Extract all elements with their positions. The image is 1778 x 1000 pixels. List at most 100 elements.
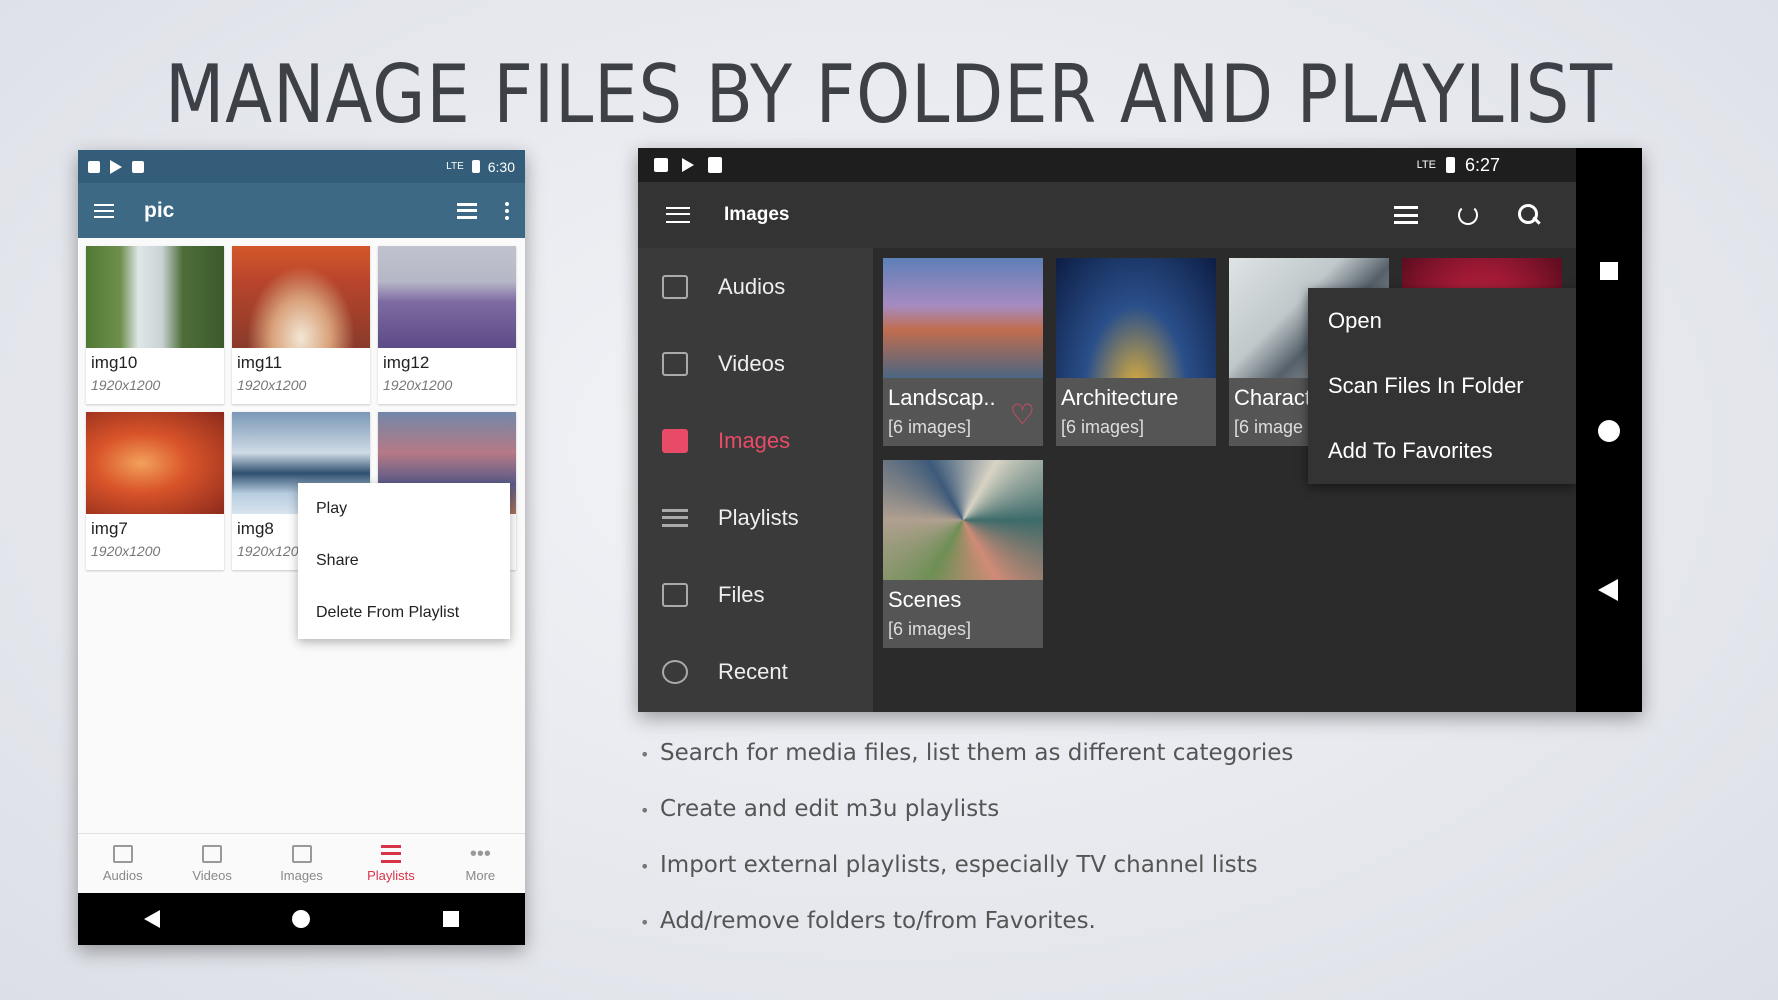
drawer-item-label: Playlists [718, 504, 799, 530]
drawer-item-audios[interactable]: Audios [638, 248, 873, 325]
battery-icon [471, 160, 480, 173]
drawer-item-videos[interactable]: Videos [638, 325, 873, 402]
back-icon[interactable] [144, 910, 161, 928]
drawer-item-playlists[interactable]: Playlists [638, 479, 873, 556]
tablet-context-menu: Open Scan Files In Folder Add To Favorit… [1308, 288, 1576, 484]
recents-icon[interactable] [442, 911, 459, 927]
folder-count: [6 images] [1061, 417, 1145, 437]
feature-bullet: • Create and edit m3u playlists [640, 796, 1000, 822]
notification-a-icon [88, 160, 100, 173]
drawer-item-recent[interactable]: Recent [638, 633, 873, 710]
folder-tile[interactable]: Architecture [6 images] [1056, 258, 1216, 446]
menu-item-add-to-favorites[interactable]: Add To Favorites [1308, 418, 1576, 483]
battery-icon [1445, 157, 1455, 173]
phone-context-menu: Play Share Delete From Playlist [298, 483, 510, 639]
menu-item-scan-files[interactable]: Scan Files In Folder [1308, 353, 1576, 418]
home-icon[interactable] [292, 910, 311, 928]
tab-playlists[interactable]: Playlists [346, 834, 435, 893]
image-tile[interactable]: img12 1920x1200 [378, 246, 516, 404]
tab-label: Images [280, 867, 323, 883]
history-icon [662, 659, 688, 684]
menu-icon[interactable] [666, 207, 690, 223]
image-tile[interactable]: img11 1920x1200 [232, 246, 370, 404]
drawer-item-label: Images [718, 427, 791, 453]
image-icon [291, 844, 312, 863]
playlist-icon [662, 508, 688, 527]
overflow-menu-icon[interactable] [505, 201, 509, 220]
drawer-item-files[interactable]: Files [638, 556, 873, 633]
folder-tile[interactable]: Scenes [6 images] [883, 460, 1043, 648]
refresh-icon[interactable] [1458, 205, 1478, 225]
image-thumbnail [232, 246, 370, 348]
tab-images[interactable]: Images [257, 834, 346, 893]
menu-item-play[interactable]: Play [298, 483, 510, 535]
tablet-status-bar: LTE 6:27 [638, 148, 1576, 182]
image-thumbnail [378, 246, 516, 348]
feature-list: • Search for media files, list them as di… [640, 740, 1540, 964]
notification-a-icon [654, 158, 668, 172]
phone-status-bar: LTE 6:30 [78, 150, 525, 183]
tablet-app-bar: Images [638, 182, 1576, 248]
menu-icon[interactable] [94, 203, 114, 218]
tab-label: Playlists [367, 867, 415, 883]
status-time: 6:27 [1464, 154, 1500, 175]
system-nav-bar [1576, 148, 1642, 712]
list-view-icon[interactable] [457, 202, 477, 219]
video-icon [202, 844, 223, 863]
drawer-item-label: Files [718, 581, 765, 607]
home-icon[interactable] [1598, 420, 1620, 442]
menu-item-open[interactable]: Open [1308, 288, 1576, 353]
image-name: img12 [383, 353, 430, 372]
page-title: pic [144, 198, 175, 222]
video-icon [662, 351, 688, 376]
menu-item-delete-from-playlist[interactable]: Delete From Playlist [298, 587, 510, 639]
back-icon[interactable] [1598, 579, 1618, 601]
system-nav-bar [78, 893, 525, 945]
image-dimensions: 1920x1200 [91, 543, 161, 559]
drawer-item-images[interactable]: Images [638, 402, 873, 479]
page-title: Images [724, 204, 790, 225]
navigation-drawer: Audios Videos Images Playlists Files Rec… [638, 248, 873, 712]
folder-thumbnail [1056, 258, 1216, 378]
list-view-icon[interactable] [1394, 206, 1418, 224]
network-label: LTE [446, 161, 464, 172]
image-name: img7 [91, 519, 128, 538]
image-name: img11 [237, 353, 283, 372]
recents-icon[interactable] [1600, 262, 1618, 280]
feature-bullet: • Search for media files, list them as di… [640, 740, 1294, 766]
tab-label: Audios [102, 867, 143, 883]
bottom-navigation: Audios Videos Images Playlists ••• More [78, 833, 525, 893]
folder-thumbnail [883, 258, 1043, 378]
menu-item-share[interactable]: Share [298, 535, 510, 587]
folder-name: Architecture [1061, 385, 1179, 410]
audio-icon [112, 844, 133, 863]
feature-text: Search for media files, list them as dif… [660, 740, 1294, 766]
favorite-heart-icon[interactable]: ♡ [1010, 401, 1035, 429]
folder-tile[interactable]: Landscap.. [6 images] ♡ [883, 258, 1043, 446]
phone-app-bar: pic [78, 183, 525, 238]
image-tile[interactable]: img7 1920x1200 [86, 412, 224, 570]
play-store-icon [682, 158, 694, 172]
sd-card-icon [132, 160, 144, 173]
tab-more[interactable]: ••• More [436, 834, 525, 893]
feature-bullet: • Import external playlists, especially T… [640, 852, 1258, 878]
drawer-item-label: Audios [718, 273, 786, 299]
folder-name: Scenes [888, 587, 962, 612]
network-label: LTE [1416, 159, 1436, 171]
search-icon[interactable] [1518, 204, 1540, 226]
folder-count: [6 images] [888, 619, 972, 639]
tab-audios[interactable]: Audios [78, 834, 167, 893]
image-name: img10 [91, 353, 138, 372]
drawer-item-label: Videos [718, 350, 785, 376]
feature-text: Add/remove folders to/from Favorites. [660, 908, 1096, 934]
drawer-item-label: Recent [718, 658, 788, 684]
image-tile[interactable]: img10 1920x1200 [86, 246, 224, 404]
folder-thumbnail [883, 460, 1043, 580]
feature-bullet: • Add/remove folders to/from Favorites. [640, 908, 1096, 934]
image-dimensions: 1920x1200 [91, 377, 161, 393]
audio-icon [662, 274, 688, 299]
folder-icon [662, 582, 688, 607]
more-icon: ••• [469, 842, 491, 865]
image-thumbnail [86, 246, 224, 348]
tab-videos[interactable]: Videos [167, 834, 256, 893]
